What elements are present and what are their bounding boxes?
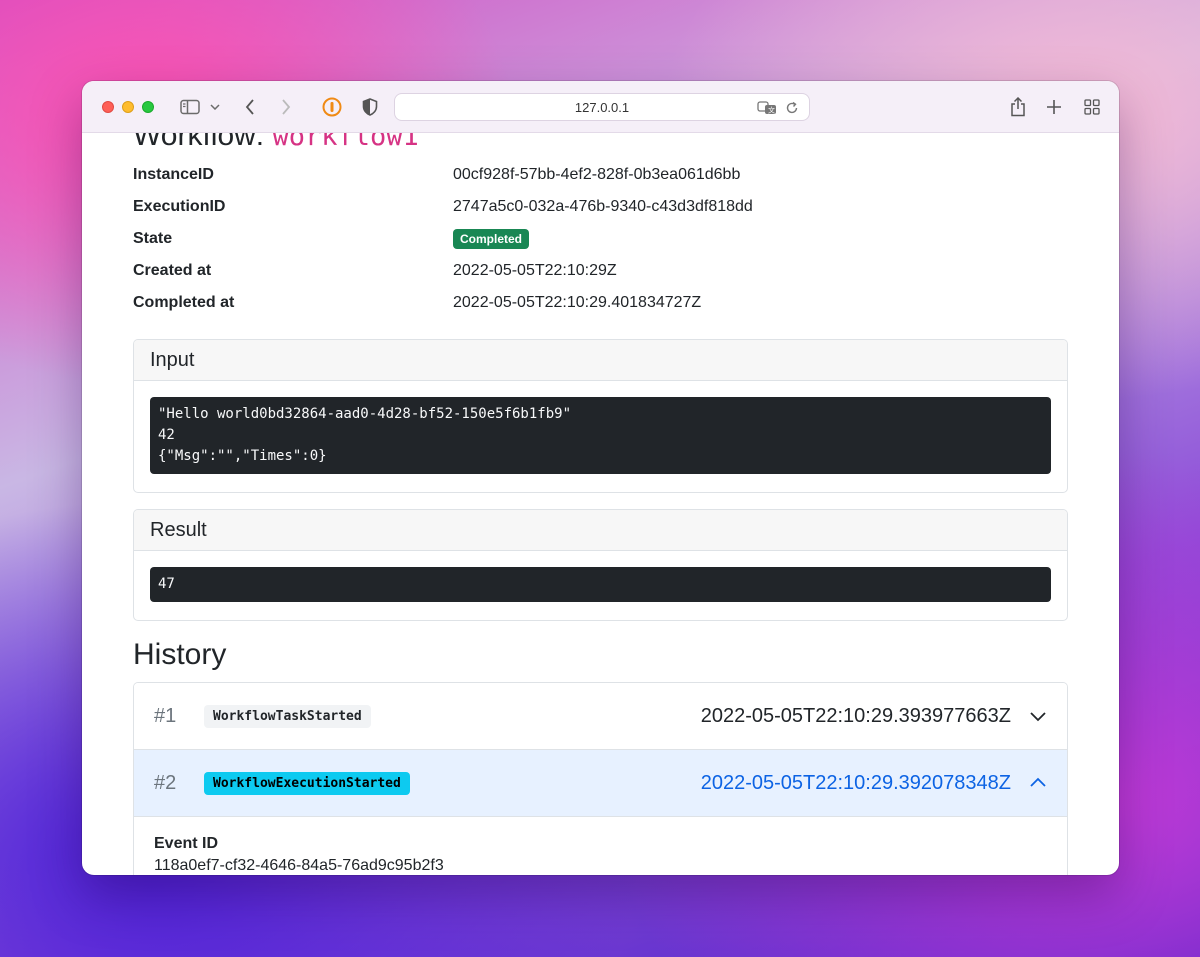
field-label: ExecutionID <box>133 198 226 215</box>
history-title: History <box>133 638 227 671</box>
sidebar-icon[interactable] <box>178 95 202 119</box>
code-line: 47 <box>158 576 175 592</box>
field-label: Completed at <box>133 294 235 311</box>
field-label: Created at <box>133 262 212 279</box>
field-label: InstanceID <box>133 166 214 183</box>
history-event-1[interactable]: #1 WorkflowTaskStarted 2022-05-05T22:10:… <box>134 683 1067 750</box>
event-number: #1 <box>154 704 177 727</box>
event-detail: Event ID 118a0ef7-cf32-4646-84a5-76ad9c9… <box>134 817 1067 875</box>
field-value: 2747a5c0-032a-476b-9340-c43d3df818dd <box>453 198 753 215</box>
password-manager-icon[interactable] <box>320 95 344 119</box>
close-window-button[interactable] <box>102 101 114 113</box>
page-title-prefix: Workflow: <box>133 133 265 152</box>
event-id-label: Event ID <box>154 835 219 852</box>
input-card-header: Input <box>134 340 1067 381</box>
status-badge: Completed <box>453 229 530 249</box>
history-event-2[interactable]: #2 WorkflowExecutionStarted 2022-05-05T2… <box>134 750 1067 817</box>
field-label: State <box>133 230 173 247</box>
result-card-header: Result <box>134 510 1067 551</box>
page-content: Workflow: workflow1 InstanceID 00cf928f-… <box>82 133 1119 875</box>
result-card: Result 47 <box>133 509 1068 621</box>
forward-icon[interactable] <box>276 95 296 119</box>
event-timestamp: 2022-05-05T22:10:29.393977663Z <box>700 704 1011 727</box>
tab-overview-icon[interactable] <box>1080 95 1104 119</box>
input-card: Input "Hello world0bd32864-aad0-4d28-bf5… <box>133 339 1068 493</box>
minimize-window-button[interactable] <box>122 101 134 113</box>
result-code-block: 47 <box>150 567 1051 602</box>
svg-text:文: 文 <box>768 106 775 115</box>
shield-icon[interactable] <box>358 95 382 119</box>
zoom-window-button[interactable] <box>142 101 154 113</box>
workflow-name: workflow1 <box>272 133 419 152</box>
new-tab-icon[interactable] <box>1042 95 1066 119</box>
translate-icon[interactable]: 文 <box>757 99 777 117</box>
history-accordion: #1 WorkflowTaskStarted 2022-05-05T22:10:… <box>133 682 1068 875</box>
code-line: {"Msg":"","Times":0} <box>158 448 327 464</box>
chevron-up-icon[interactable] <box>1029 774 1047 792</box>
event-number: #2 <box>154 771 177 794</box>
input-code-block: "Hello world0bd32864-aad0-4d28-bf52-150e… <box>150 397 1051 474</box>
field-value: 00cf928f-57bb-4ef2-828f-0b3ea061d6bb <box>453 166 741 183</box>
chevron-down-icon[interactable] <box>208 95 222 119</box>
code-line: 42 <box>158 427 175 443</box>
page-title: Workflow: workflow1 <box>133 133 419 153</box>
event-timestamp: 2022-05-05T22:10:29.392078348Z <box>700 771 1011 794</box>
back-icon[interactable] <box>240 95 260 119</box>
share-icon[interactable] <box>1006 95 1030 119</box>
event-type-badge: WorkflowTaskStarted <box>204 704 371 728</box>
reload-icon[interactable] <box>785 99 799 117</box>
event-type-badge: WorkflowExecutionStarted <box>204 771 410 795</box>
browser-window: 127.0.0.1 文 Workflow: workflow1 Instance <box>82 81 1119 875</box>
event-id-value: 118a0ef7-cf32-4646-84a5-76ad9c95b2f3 <box>154 857 444 874</box>
url-text: 127.0.0.1 <box>574 99 630 115</box>
field-value: 2022-05-05T22:10:29.401834727Z <box>453 294 702 311</box>
browser-toolbar: 127.0.0.1 文 <box>82 81 1119 133</box>
chevron-down-icon[interactable] <box>1029 707 1047 725</box>
code-line: "Hello world0bd32864-aad0-4d28-bf52-150e… <box>158 406 572 422</box>
field-value: 2022-05-05T22:10:29Z <box>453 262 617 279</box>
address-bar[interactable]: 127.0.0.1 文 <box>394 93 810 121</box>
